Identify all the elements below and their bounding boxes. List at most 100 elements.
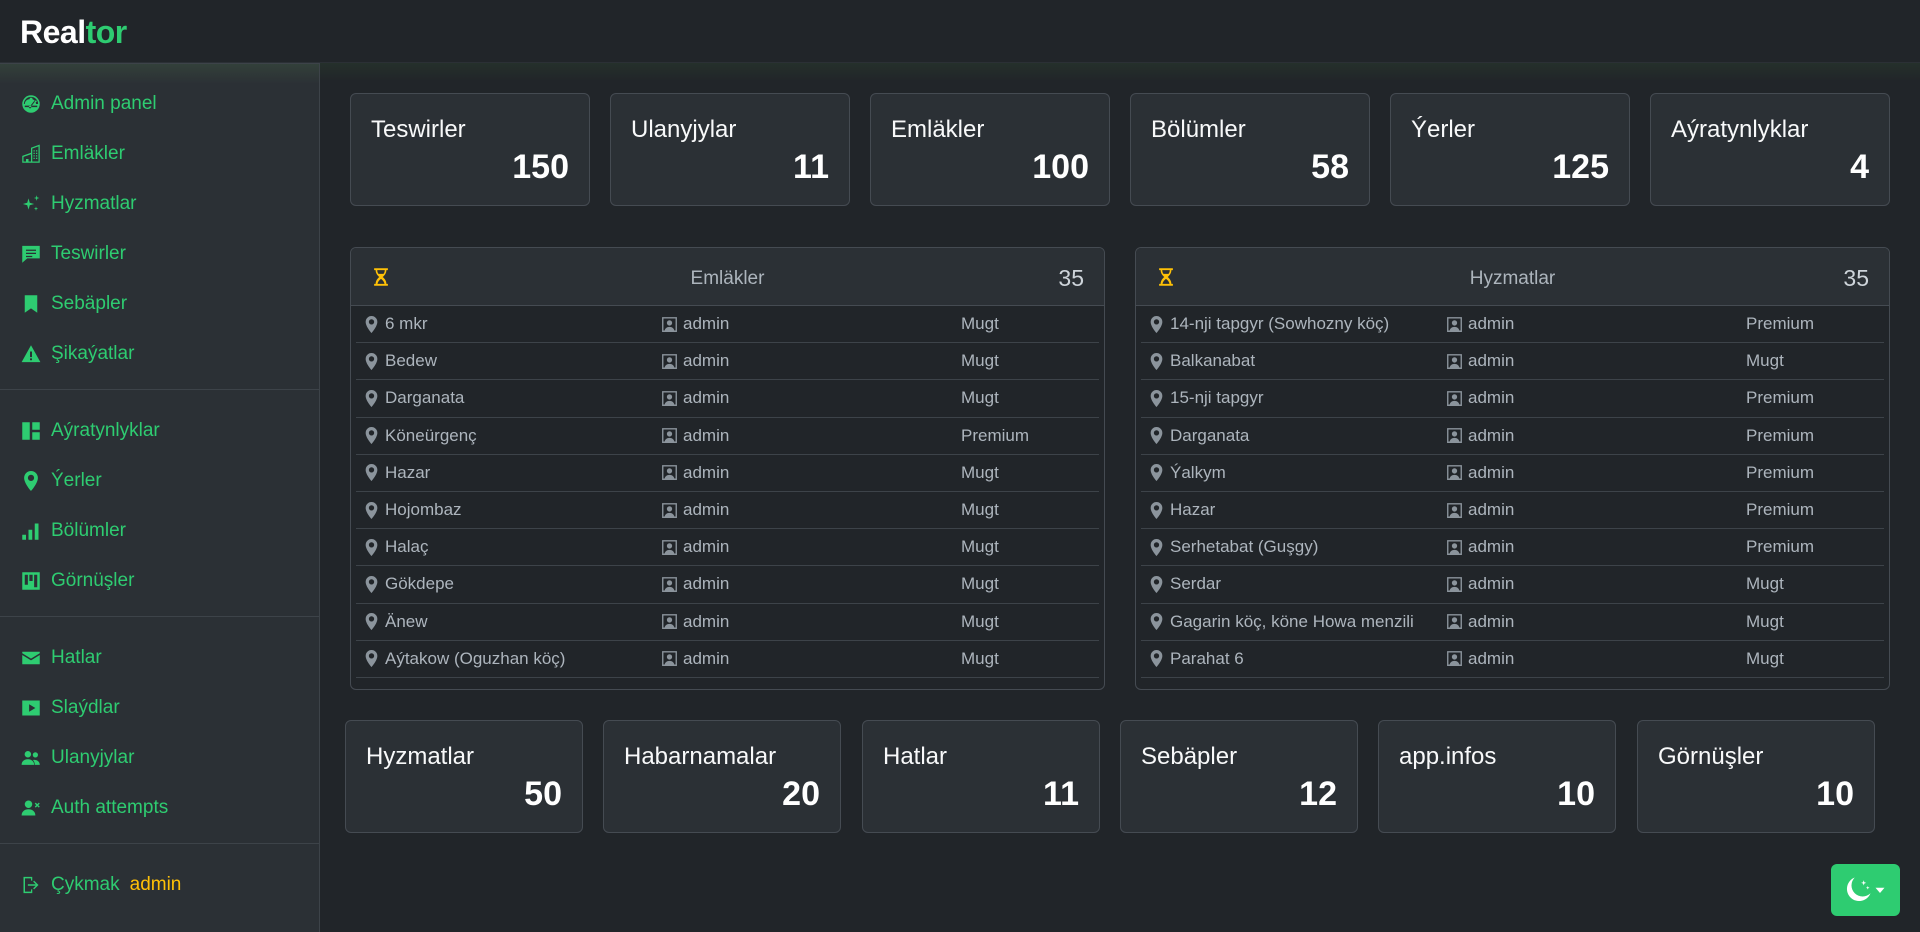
panel-hyzmatlar: Hyzmatlar 35 14-nji tapgyr (Sowhozny köç…	[1135, 247, 1890, 690]
theme-toggle-button[interactable]	[1831, 864, 1900, 916]
list-item[interactable]: Serhetabat (Guşgy) admin Premium	[1141, 529, 1884, 567]
user-square-icon	[662, 465, 677, 481]
sidebar-group-account: Çykmak admin	[0, 844, 319, 920]
list-item[interactable]: Ýalkym admin Premium	[1141, 455, 1884, 492]
location-pin-icon	[1150, 352, 1163, 370]
location-pin-icon	[1150, 315, 1163, 333]
user-square-icon	[662, 614, 677, 630]
stat-card-hyzmatlar[interactable]: Hyzmatlar 50	[345, 720, 583, 833]
list-item[interactable]: Darganata admin Premium	[1141, 418, 1884, 455]
panel-emlakler: Emläkler 35 6 mkr admin Mugt Bedew admin…	[350, 247, 1105, 690]
sparkles-icon	[20, 194, 41, 215]
panel-header: Hyzmatlar 35	[1136, 248, 1889, 306]
panel-title: Hyzmatlar	[1469, 268, 1556, 289]
top-navbar: Realtor	[0, 0, 1920, 81]
stat-card-ulanyjylar[interactable]: Ulanyjylar 11	[610, 93, 850, 206]
caret-down-icon	[1875, 887, 1885, 893]
list-item[interactable]: Serdar admin Mugt	[1141, 566, 1884, 604]
list-item[interactable]: Darganata admin Mugt	[356, 380, 1099, 418]
sidebar-item-yerler[interactable]: Ýerler	[0, 456, 319, 506]
list-item[interactable]: Bedew admin Mugt	[356, 343, 1099, 381]
sidebar-item-ayratynlyklar[interactable]: Aýratynlyklar	[0, 406, 319, 456]
panel-title: Emläkler	[690, 268, 765, 289]
user-square-icon	[662, 316, 677, 332]
list-item[interactable]: 15-nji tapgyr admin Premium	[1141, 380, 1884, 418]
sidebar-item-gornusler[interactable]: Görnüşler	[0, 556, 319, 606]
list-item[interactable]: Gökdepe admin Mugt	[356, 566, 1099, 604]
stat-card-teswirler[interactable]: Teswirler 150	[350, 93, 590, 206]
stat-card-gornusler[interactable]: Görnüşler 10	[1637, 720, 1875, 833]
list-item[interactable]: Hazar admin Premium	[1141, 492, 1884, 530]
brand-logo[interactable]: Realtor	[20, 14, 127, 51]
stat-card-app-infos[interactable]: app.infos 10	[1378, 720, 1616, 833]
list-item[interactable]: 14-nji tapgyr (Sowhozny köç) admin Premi…	[1141, 306, 1884, 344]
location-pin-icon	[1150, 613, 1163, 631]
chat-icon	[20, 244, 41, 265]
list-item[interactable]: Hazar admin Mugt	[356, 455, 1099, 492]
sidebar-item-hatlar[interactable]: Hatlar	[0, 633, 319, 683]
stat-card-habarnamalar[interactable]: Habarnamalar 20	[603, 720, 841, 833]
sidebar-item-slaydlar[interactable]: Slaýdlar	[0, 683, 319, 733]
sidebar-item-hyzmatlar[interactable]: Hyzmatlar	[0, 179, 319, 229]
list-item[interactable]: Änew admin Mugt	[356, 604, 1099, 641]
user-square-icon	[1447, 391, 1462, 406]
location-pin-icon	[1150, 538, 1163, 556]
list-item[interactable]: Gagarin köç, köne Howa menzili admin Mug…	[1141, 604, 1884, 641]
list-item[interactable]: Aýtakow (Oguzhan köç) admin Mugt	[356, 641, 1099, 678]
sidebar-group-content: Hatlar Slaýdlar Ulanyjylar Auth attempts	[0, 617, 319, 844]
stat-card-bolumler[interactable]: Bölümler 58	[1130, 93, 1370, 206]
stat-card-emlakler[interactable]: Emläkler 100	[870, 93, 1110, 206]
sidebar-item-admin-panel[interactable]: Admin panel	[0, 79, 319, 129]
envelope-icon	[20, 648, 41, 669]
location-pin-icon	[365, 650, 378, 668]
location-pin-icon	[1150, 501, 1163, 519]
user-square-icon	[662, 428, 677, 444]
brand-part-1: Real	[20, 14, 86, 50]
logout-link[interactable]: Çykmak admin	[0, 860, 319, 910]
bookmark-icon	[20, 294, 41, 315]
list-item[interactable]: Parahat 6 admin Mugt	[1141, 641, 1884, 678]
location-pin-icon	[1150, 464, 1163, 482]
user-square-icon	[662, 576, 677, 592]
user-square-icon	[1447, 353, 1462, 369]
list-item[interactable]: Balkanabat admin Mugt	[1141, 343, 1884, 381]
sidebar-group-main: Admin panel Emläkler Hyzmatlar Teswirler…	[0, 64, 319, 390]
stat-card-sebapler[interactable]: Sebäpler 12	[1120, 720, 1358, 833]
user-square-icon	[662, 651, 677, 667]
list-item[interactable]: 6 mkr admin Mugt	[356, 306, 1099, 344]
list-item[interactable]: Halaç admin Mugt	[356, 529, 1099, 567]
location-pin-icon	[365, 389, 378, 407]
user-square-icon	[1447, 502, 1462, 518]
user-square-icon	[1447, 651, 1462, 667]
list-item[interactable]: Köneürgenç admin Premium	[356, 418, 1099, 455]
user-square-icon	[662, 391, 677, 406]
panel-count: 35	[1843, 265, 1869, 291]
stat-card-hatlar[interactable]: Hatlar 11	[862, 720, 1100, 833]
user-x-icon	[20, 798, 41, 819]
users-icon	[20, 748, 41, 769]
sidebar-item-bolumler[interactable]: Bölümler	[0, 506, 319, 556]
play-icon	[20, 698, 41, 719]
stat-card-yerler[interactable]: Ýerler 125	[1390, 93, 1630, 206]
location-pin-icon	[365, 575, 378, 593]
sidebar-item-sebapler[interactable]: Sebäpler	[0, 279, 319, 329]
list-item[interactable]: Hojombaz admin Mugt	[356, 492, 1099, 530]
sidebar-item-teswirler[interactable]: Teswirler	[0, 229, 319, 279]
current-user-name: admin	[129, 874, 182, 895]
logout-icon	[20, 875, 41, 896]
user-square-icon	[1447, 428, 1462, 444]
user-square-icon	[1447, 316, 1462, 332]
sidebar: Admin panel Emläkler Hyzmatlar Teswirler…	[0, 63, 320, 932]
location-pin-icon	[1150, 650, 1163, 668]
sidebar-item-emlakler[interactable]: Emläkler	[0, 129, 319, 179]
layout-icon	[20, 421, 41, 442]
stat-card-ayratynlyklar[interactable]: Aýratynlyklar 4	[1650, 93, 1890, 206]
sidebar-item-auth-attempts[interactable]: Auth attempts	[0, 783, 319, 833]
location-pin-icon	[365, 613, 378, 631]
user-square-icon	[662, 502, 677, 518]
location-pin-icon	[20, 471, 41, 492]
location-pin-icon	[365, 501, 378, 519]
sidebar-item-sikayatlar[interactable]: Şikaýatlar	[0, 329, 319, 379]
location-pin-icon	[1150, 575, 1163, 593]
sidebar-item-ulanyjylar[interactable]: Ulanyjylar	[0, 733, 319, 783]
